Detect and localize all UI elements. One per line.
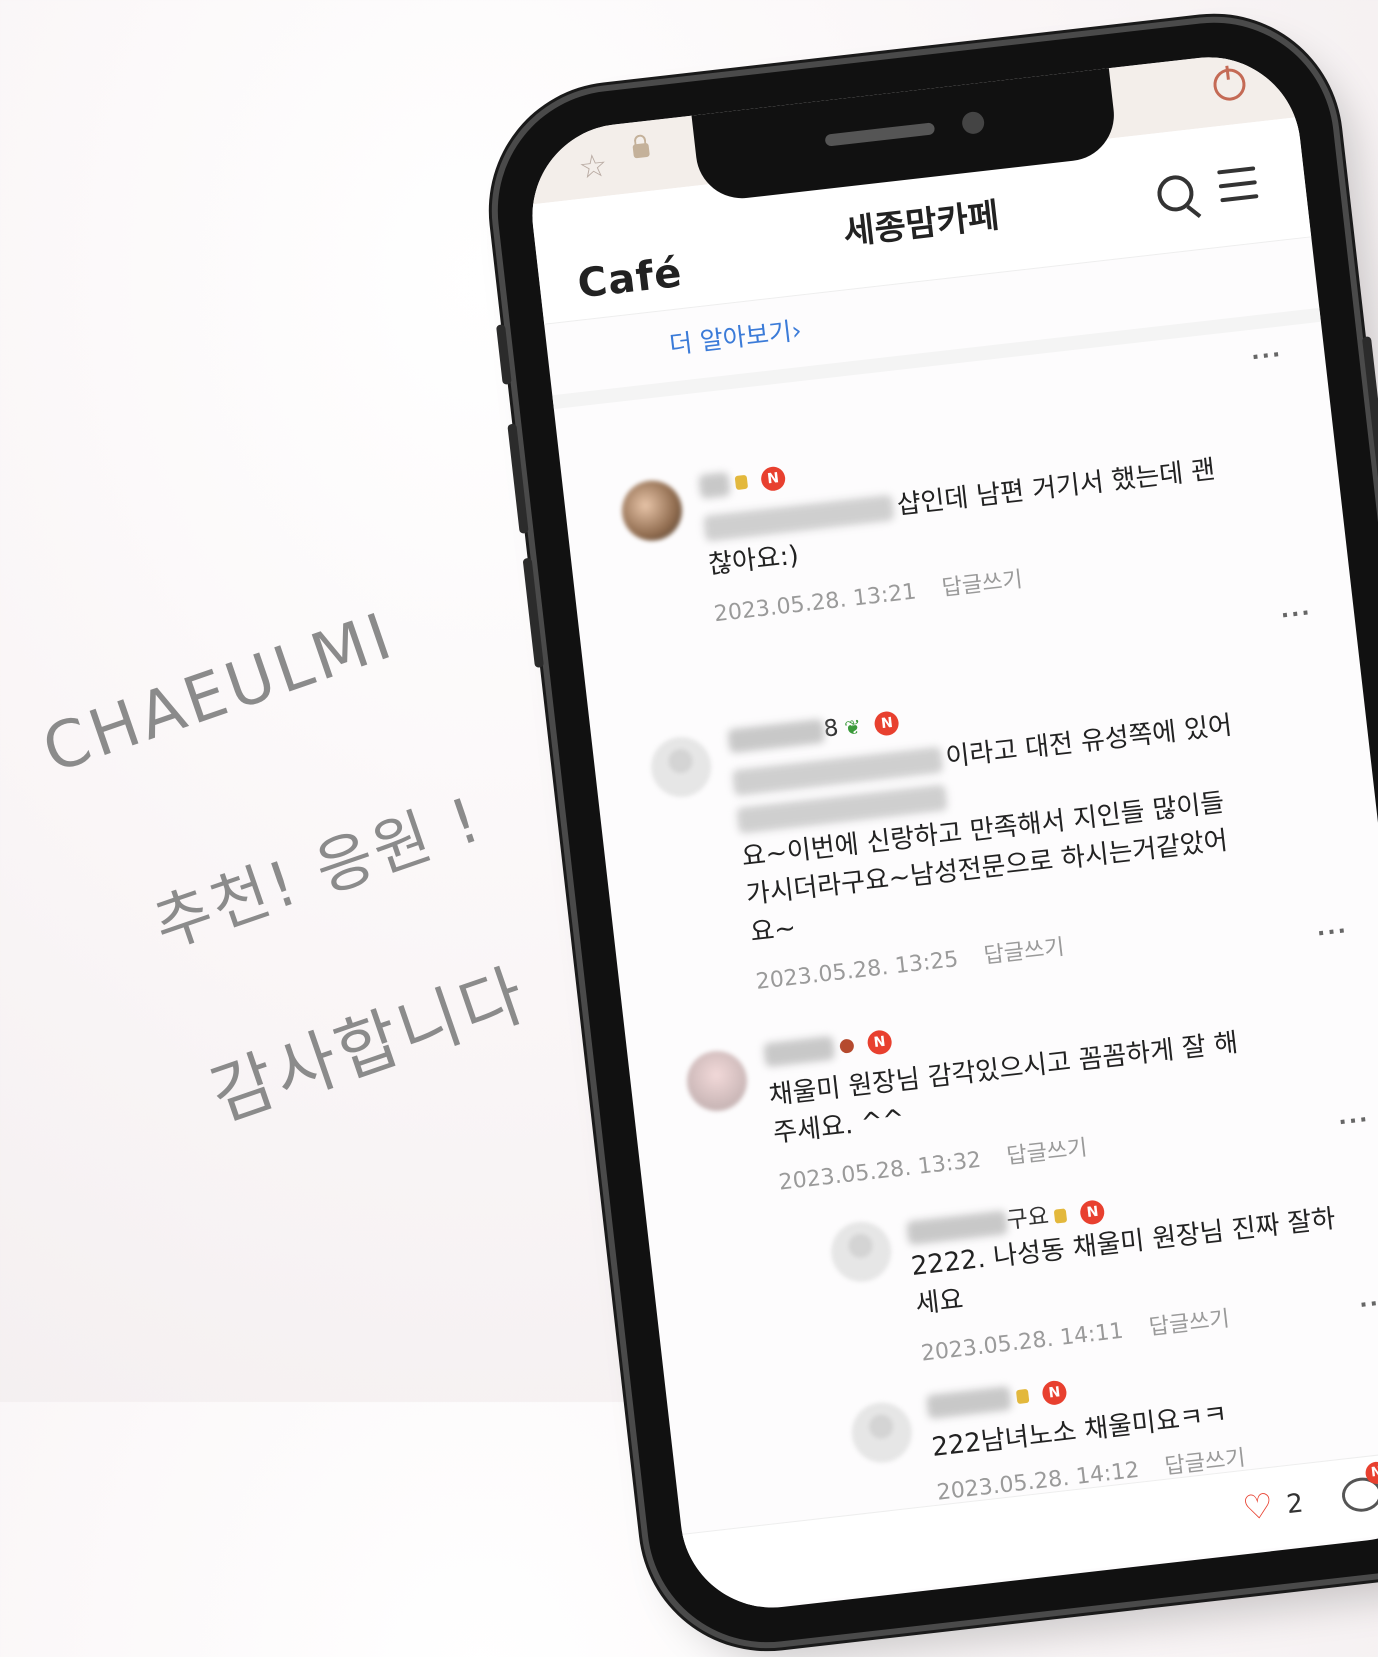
- power-icon[interactable]: [1211, 66, 1248, 103]
- menu-icon[interactable]: [1217, 166, 1259, 203]
- reply-button[interactable]: 답글쓰기: [941, 567, 1024, 601]
- nickname-blurred: [727, 718, 826, 753]
- overlay-text-recommend: 추천! 응원 !: [144, 782, 492, 963]
- level-medal-icon: [1053, 1207, 1068, 1224]
- text-blurred: [702, 493, 895, 542]
- new-badge: N: [866, 1028, 893, 1056]
- more-options-icon[interactable]: ···: [1337, 1107, 1371, 1135]
- level-medal-icon: [734, 474, 749, 490]
- nickname-blurred: [762, 1035, 836, 1067]
- power-button: [1361, 336, 1378, 507]
- front-camera: [960, 110, 986, 136]
- level-medal-icon: [1015, 1388, 1030, 1404]
- ladybug-icon: [839, 1037, 855, 1054]
- sprout-icon: ❦: [843, 713, 863, 740]
- volume-down-button: [522, 557, 544, 668]
- comment-item: ··· 8 ❦ N 이라고 대전 유성쪽에 있어 요~이번에 신랑하고 만족해서 지…: [586, 600, 1353, 995]
- comment-timestamp: 2023.05.28. 13:25: [754, 947, 960, 995]
- new-badge: N: [873, 709, 901, 737]
- overlay-text-thanks: 감사합니다: [201, 955, 538, 1137]
- section-divider: [552, 307, 1321, 410]
- comment-timestamp: 2023.05.28. 13:21: [712, 579, 918, 628]
- nickname-blurred: [698, 471, 731, 499]
- phone-screen: ☆ Café 세종맘카페 더 알아보기› ··· N 샵인데 남편 거기서 했는…: [522, 47, 1378, 1618]
- avatar[interactable]: [683, 1047, 751, 1115]
- learn-more-link[interactable]: 더 알아보기›: [667, 311, 803, 362]
- avatar[interactable]: [648, 733, 715, 801]
- reply-button[interactable]: 답글쓰기: [983, 935, 1066, 969]
- star-icon[interactable]: ☆: [577, 146, 610, 187]
- nickname-blurred: [925, 1385, 1013, 1419]
- avatar[interactable]: [618, 477, 686, 544]
- comment-nickname[interactable]: N: [925, 1378, 1068, 1420]
- mute-switch: [495, 324, 512, 385]
- comment-timestamp: 2023.05.28. 14:11: [919, 1318, 1125, 1367]
- like-count: 2: [1284, 1488, 1305, 1521]
- lock-icon: [632, 142, 650, 159]
- comment-nickname[interactable]: N: [698, 464, 787, 500]
- comment-nickname[interactable]: N: [762, 1027, 893, 1067]
- heart-icon[interactable]: ♡: [1241, 1486, 1276, 1529]
- more-options-icon[interactable]: ···: [1358, 1290, 1378, 1318]
- reply-button[interactable]: 답글쓰기: [1005, 1136, 1088, 1170]
- speaker-grille: [824, 122, 936, 147]
- more-options-icon[interactable]: ···: [1280, 601, 1314, 629]
- phone-frame: ☆ Café 세종맘카페 더 알아보기› ··· N 샵인데 남편 거기서 했는…: [485, 9, 1378, 1655]
- more-options-icon[interactable]: ···: [1250, 342, 1284, 370]
- volume-up-button: [507, 423, 529, 534]
- reply-button[interactable]: 답글쓰기: [1148, 1307, 1231, 1341]
- avatar[interactable]: [848, 1399, 916, 1466]
- more-options-icon[interactable]: ···: [1316, 919, 1350, 947]
- new-badge: N: [1079, 1198, 1106, 1226]
- avatar[interactable]: [828, 1218, 895, 1285]
- comment-timestamp: 2023.05.28. 13:32: [777, 1147, 983, 1196]
- new-badge: N: [759, 465, 787, 492]
- overlay-text-brand: CHAEULMI: [34, 598, 404, 788]
